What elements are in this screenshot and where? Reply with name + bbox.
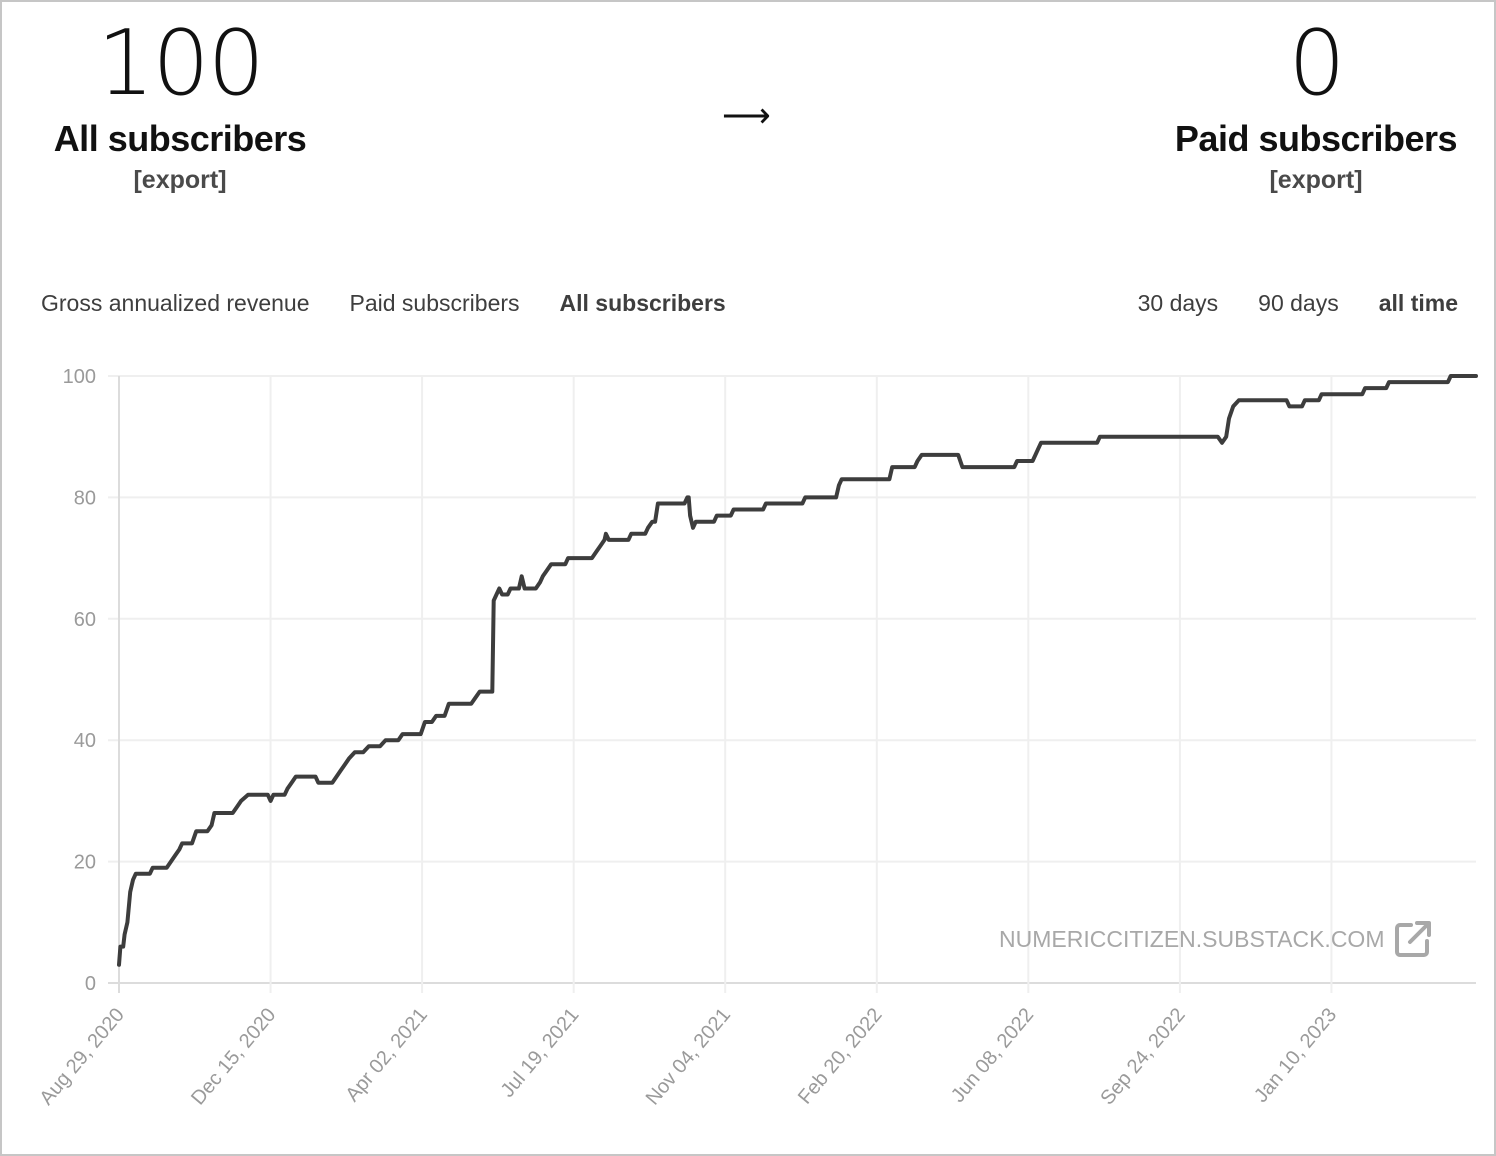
series-line-all-subscribers <box>117 374 1478 967</box>
y-tick-label: 0 <box>85 973 96 995</box>
x-tick-label: Apr 02, 2021 <box>341 1004 431 1106</box>
x-tick-label: Nov 04, 2021 <box>642 1004 735 1109</box>
publication-url: NUMERICCITIZEN.SUBSTACK.COM <box>999 925 1385 952</box>
y-axis-ticks: 0 20 40 60 80 100 <box>63 366 96 995</box>
x-tick-label: Jun 08, 2022 <box>947 1004 1038 1107</box>
x-tick-label: Jul 19, 2021 <box>497 1004 584 1102</box>
external-link-icon <box>1395 921 1432 957</box>
publication-link[interactable]: NUMERICCITIZEN.SUBSTACK.COM <box>999 920 1432 958</box>
x-tick-label: Dec 15, 2020 <box>187 1004 280 1109</box>
chart-series <box>117 374 1478 967</box>
x-tick-label: Jan 10, 2023 <box>1250 1004 1341 1107</box>
chart-grid <box>108 375 1476 993</box>
x-tick-label: Sep 24, 2022 <box>1096 1004 1189 1109</box>
x-tick-label: Feb 20, 2022 <box>794 1004 887 1108</box>
subscribers-line-chart: 0 20 40 60 80 100 Aug 29, 2020 Dec 15, 2020 Apr… <box>35 366 1478 1109</box>
y-tick-label: 100 <box>63 366 96 388</box>
y-tick-label: 80 <box>74 487 96 509</box>
y-tick-label: 40 <box>74 730 96 752</box>
x-axis-ticks: Aug 29, 2020 Dec 15, 2020 Apr 02, 2021 Jul … <box>35 1004 1341 1109</box>
y-tick-label: 20 <box>74 852 96 874</box>
y-tick-label: 60 <box>74 609 96 631</box>
x-tick-label: Aug 29, 2020 <box>35 1004 128 1109</box>
